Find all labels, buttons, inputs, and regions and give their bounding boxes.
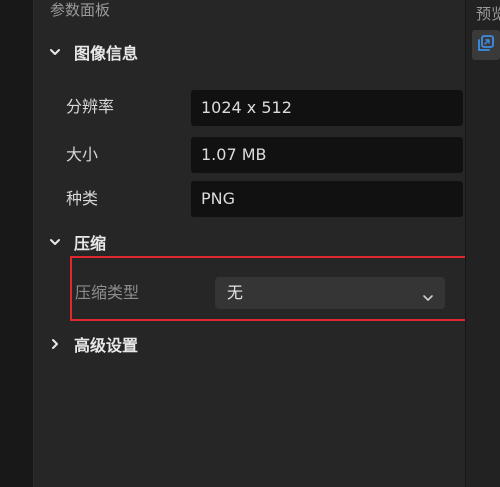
size-label: 大小 <box>66 145 99 164</box>
preview-window-button[interactable] <box>472 30 500 60</box>
type-value: PNG <box>191 181 463 217</box>
size-value: 1.07 MB <box>191 137 463 173</box>
section-title-advanced: 高级设置 <box>74 336 139 355</box>
type-label: 种类 <box>66 189 99 208</box>
chevron-right-icon <box>46 335 64 353</box>
left-pane <box>0 0 33 487</box>
section-title-image-info: 图像信息 <box>74 44 139 63</box>
section-header-compression[interactable]: 压缩 <box>46 230 106 254</box>
resolution-label: 分辨率 <box>66 97 115 116</box>
parameter-panel: 参数面板 图像信息 分辨率 1024 x 512 大小 1.07 MB 种类 P… <box>34 0 473 487</box>
copy-window-icon <box>477 34 495 56</box>
app-window: 参数面板 图像信息 分辨率 1024 x 512 大小 1.07 MB 种类 P… <box>0 0 500 487</box>
section-header-advanced[interactable]: 高级设置 <box>46 332 138 356</box>
compression-type-label: 压缩类型 <box>75 283 140 302</box>
compression-type-value: 无 <box>227 283 244 302</box>
preview-panel: 预览 <box>466 0 500 487</box>
compression-type-select[interactable]: 无 <box>215 277 445 309</box>
preview-panel-title: 预览 <box>476 5 500 23</box>
panel-title: 参数面板 <box>50 1 111 19</box>
chevron-down-icon <box>46 43 64 61</box>
section-header-image-info[interactable]: 图像信息 <box>46 40 138 64</box>
chevron-down-icon <box>421 285 435 301</box>
chevron-down-icon <box>46 233 64 251</box>
section-title-compression: 压缩 <box>74 234 107 253</box>
resolution-value: 1024 x 512 <box>191 90 463 126</box>
